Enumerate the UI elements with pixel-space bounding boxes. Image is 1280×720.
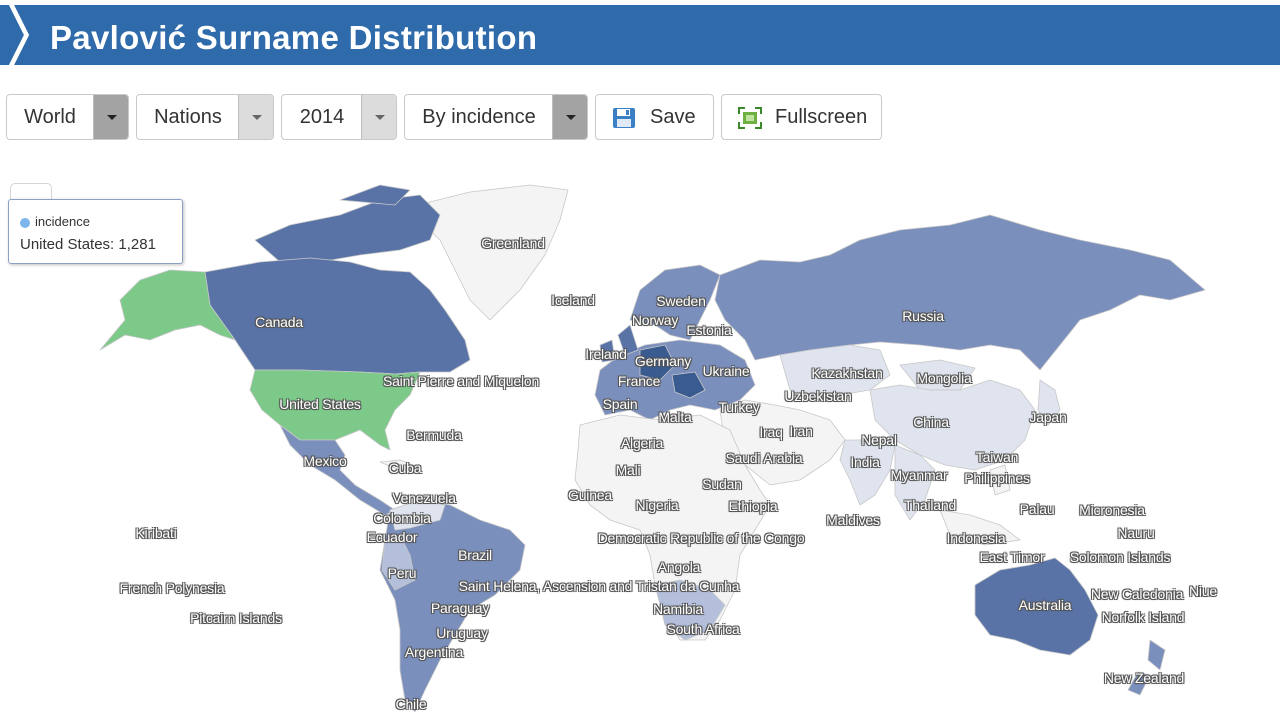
label-taiwan: Taiwan [975,449,1019,465]
label-norway: Norway [631,312,679,328]
label-nigeria: Nigeria [635,497,679,513]
label-brazil: Brazil [458,547,492,563]
label-micronesia: Micronesia [1079,502,1145,518]
page-header: Pavlović Surname Distribution [0,5,1280,65]
label-uruguay: Uruguay [436,625,488,641]
label-venezuela: Venezuela [392,490,456,506]
label-angola: Angola [657,559,701,575]
label-australia: Australia [1018,597,1072,613]
fullscreen-button-label: Fullscreen [775,106,868,128]
tooltip-series: incidence [35,214,90,229]
label-india: India [850,454,880,470]
label-iran: Iran [789,423,813,439]
region-select[interactable]: World [6,94,129,140]
save-button-label: Save [650,106,696,128]
label-mongolia: Mongolia [916,370,972,386]
region-russia [714,214,1206,371]
label-iraq: Iraq [759,424,783,440]
label-estonia: Estonia [686,322,732,338]
label-saint-helena: Saint Helena, Ascension and Tristan da C… [458,578,740,594]
label-philippines: Philippines [964,470,1030,486]
label-russia: Russia [902,308,944,324]
label-nauru: Nauru [1117,525,1155,541]
label-cuba: Cuba [388,460,422,476]
label-malta: Malta [658,409,692,425]
label-namibia: Namibia [653,601,703,617]
world-map[interactable]: Greenland Iceland Sweden Norway Estonia … [0,150,1280,720]
metric-select[interactable]: By incidence [404,94,588,140]
label-thailand: Thailand [903,497,957,513]
label-uzbekistan: Uzbekistan [784,388,852,404]
label-saudi-arabia: Saudi Arabia [725,450,803,466]
level-select-label: Nations [154,106,222,128]
label-new-caledonia: New Caledonia [1090,586,1184,602]
tooltip-value: United States: 1,281 [20,236,156,253]
label-chile: Chile [395,696,427,712]
metric-select-label: By incidence [422,106,536,128]
label-niue: Niue [1189,583,1217,599]
label-french-polynesia: French Polynesia [119,580,225,596]
region-canada [204,257,471,375]
year-select-label: 2014 [299,106,345,128]
label-mali: Mali [615,462,641,478]
label-germany: Germany [634,353,692,369]
label-mexico: Mexico [303,453,347,469]
label-norfolk-island: Norfolk Island [1101,609,1185,625]
map-tooltip: incidence United States: 1,281 [8,199,183,264]
label-drc: Democratic Republic of the Congo [597,530,805,546]
label-sudan: Sudan [702,476,742,492]
label-ecuador: Ecuador [366,529,418,545]
chevron-down-icon[interactable] [238,95,273,139]
label-palau: Palau [1019,501,1055,517]
label-france: France [617,373,661,389]
label-canada: Canada [255,314,303,330]
save-button[interactable]: Save [595,94,714,140]
year-select[interactable]: 2014 [281,94,397,140]
region-india [839,439,896,506]
label-united-states: United States [279,396,361,412]
page-title: Pavlović Surname Distribution [50,19,538,56]
label-saint-pierre-and-miquelon: Saint Pierre and Miquelon [382,373,540,389]
label-china: China [913,414,949,430]
label-kiribati: Kiribati [135,525,177,541]
label-south-africa: South Africa [666,621,740,637]
label-new-zealand: New Zealand [1103,670,1185,686]
label-greenland: Greenland [481,235,545,251]
label-guinea: Guinea [568,487,612,503]
label-ukraine: Ukraine [702,363,750,379]
label-nepal: Nepal [861,432,897,448]
label-sweden: Sweden [656,293,706,309]
label-algeria: Algeria [620,435,664,451]
label-maldives: Maldives [826,512,880,528]
label-argentina: Argentina [404,644,464,660]
label-solomon-islands: Solomon Islands [1069,549,1171,565]
label-paraguay: Paraguay [430,600,490,616]
label-ethiopia: Ethiopia [728,498,778,514]
label-colombia: Colombia [373,510,431,526]
label-kazakhstan: Kazakhstan [811,365,883,381]
label-myanmar: Myanmar [890,467,948,483]
label-spain: Spain [602,396,638,412]
chevron-down-icon[interactable] [552,95,587,139]
chevron-down-icon[interactable] [93,95,128,139]
region-select-label: World [24,106,76,128]
level-select[interactable]: Nations [136,94,274,140]
label-ireland: Ireland [585,346,627,362]
region-canada-islands [254,194,441,263]
label-japan: Japan [1029,409,1067,425]
series-dot-icon [20,218,30,228]
label-iceland: Iceland [551,292,595,308]
label-bermuda: Bermuda [406,427,462,443]
label-peru: Peru [387,565,417,581]
fullscreen-button[interactable]: Fullscreen [721,94,882,140]
label-pitcairn-islands: Pitcairn Islands [190,610,282,626]
floppy-disk-icon [613,108,635,128]
fullscreen-icon [738,107,762,129]
toolbar: World Nations 2014 By incidence Save Ful [0,94,1280,142]
region-greenland [417,184,569,321]
label-turkey: Turkey [718,399,760,415]
chevron-down-icon[interactable] [361,95,396,139]
label-indonesia: Indonesia [946,530,1006,546]
label-east-timor: East Timor [979,549,1045,565]
